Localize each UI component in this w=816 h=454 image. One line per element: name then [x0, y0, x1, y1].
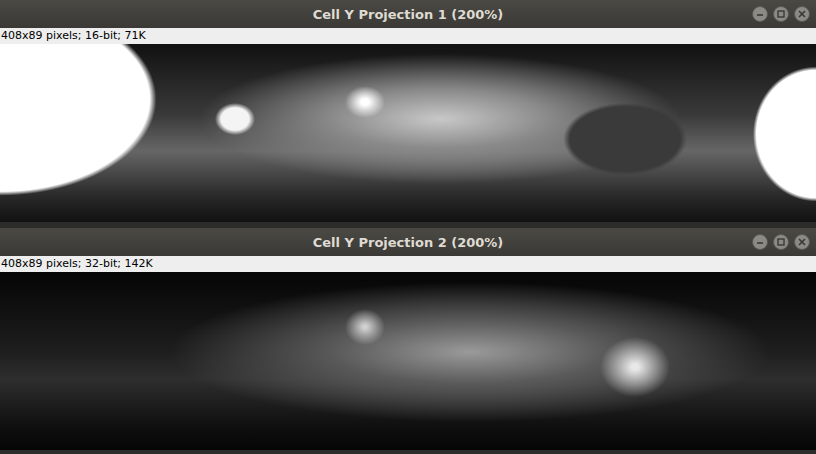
- minimize-button[interactable]: [752, 234, 768, 250]
- close-icon: [797, 9, 807, 19]
- window-title: Cell Y Projection 1 (200%): [313, 7, 504, 22]
- maximize-icon: [776, 237, 786, 247]
- image-canvas[interactable]: [0, 44, 816, 222]
- image-info: 408x89 pixels; 16-bit; 71K: [0, 28, 816, 44]
- desktop: Cell Y Projection 1 (200%) 408x89 pixels;…: [0, 0, 816, 454]
- image-window: Cell Y Projection 2 (200%) 408x89 pixels;…: [0, 228, 816, 450]
- window-title: Cell Y Projection 2 (200%): [313, 235, 504, 250]
- title-bar[interactable]: Cell Y Projection 1 (200%): [0, 0, 816, 28]
- close-icon: [797, 237, 807, 247]
- maximize-icon: [776, 9, 786, 19]
- maximize-button[interactable]: [773, 234, 789, 250]
- image-canvas[interactable]: [0, 272, 816, 450]
- window-controls: [752, 6, 810, 22]
- close-button[interactable]: [794, 234, 810, 250]
- maximize-button[interactable]: [773, 6, 789, 22]
- minimize-button[interactable]: [752, 6, 768, 22]
- close-button[interactable]: [794, 6, 810, 22]
- image-window: Cell Y Projection 1 (200%) 408x89 pixels;…: [0, 0, 816, 222]
- title-bar[interactable]: Cell Y Projection 2 (200%): [0, 228, 816, 256]
- minimize-icon: [755, 237, 765, 247]
- minimize-icon: [755, 9, 765, 19]
- image-info: 408x89 pixels; 32-bit; 142K: [0, 256, 816, 272]
- window-controls: [752, 234, 810, 250]
